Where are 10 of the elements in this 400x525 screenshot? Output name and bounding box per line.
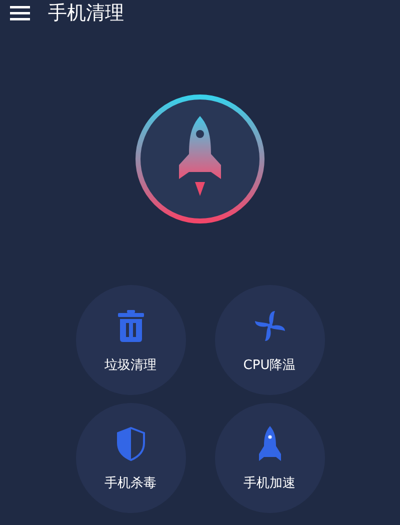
tool-button[interactable]: 手机杀毒 (76, 403, 186, 513)
menu-icon[interactable] (10, 5, 30, 21)
tool-button[interactable]: CPU降温 (214, 285, 324, 395)
fan-icon (254, 310, 286, 342)
app-title: 手机清理 (48, 4, 124, 22)
tool-button[interactable]: 垃圾清理 (76, 285, 186, 395)
rocket-icon (258, 426, 280, 462)
shield-icon (116, 427, 144, 462)
tool-button[interactable]: 手机加速 (214, 403, 324, 513)
trash-icon (118, 310, 144, 342)
